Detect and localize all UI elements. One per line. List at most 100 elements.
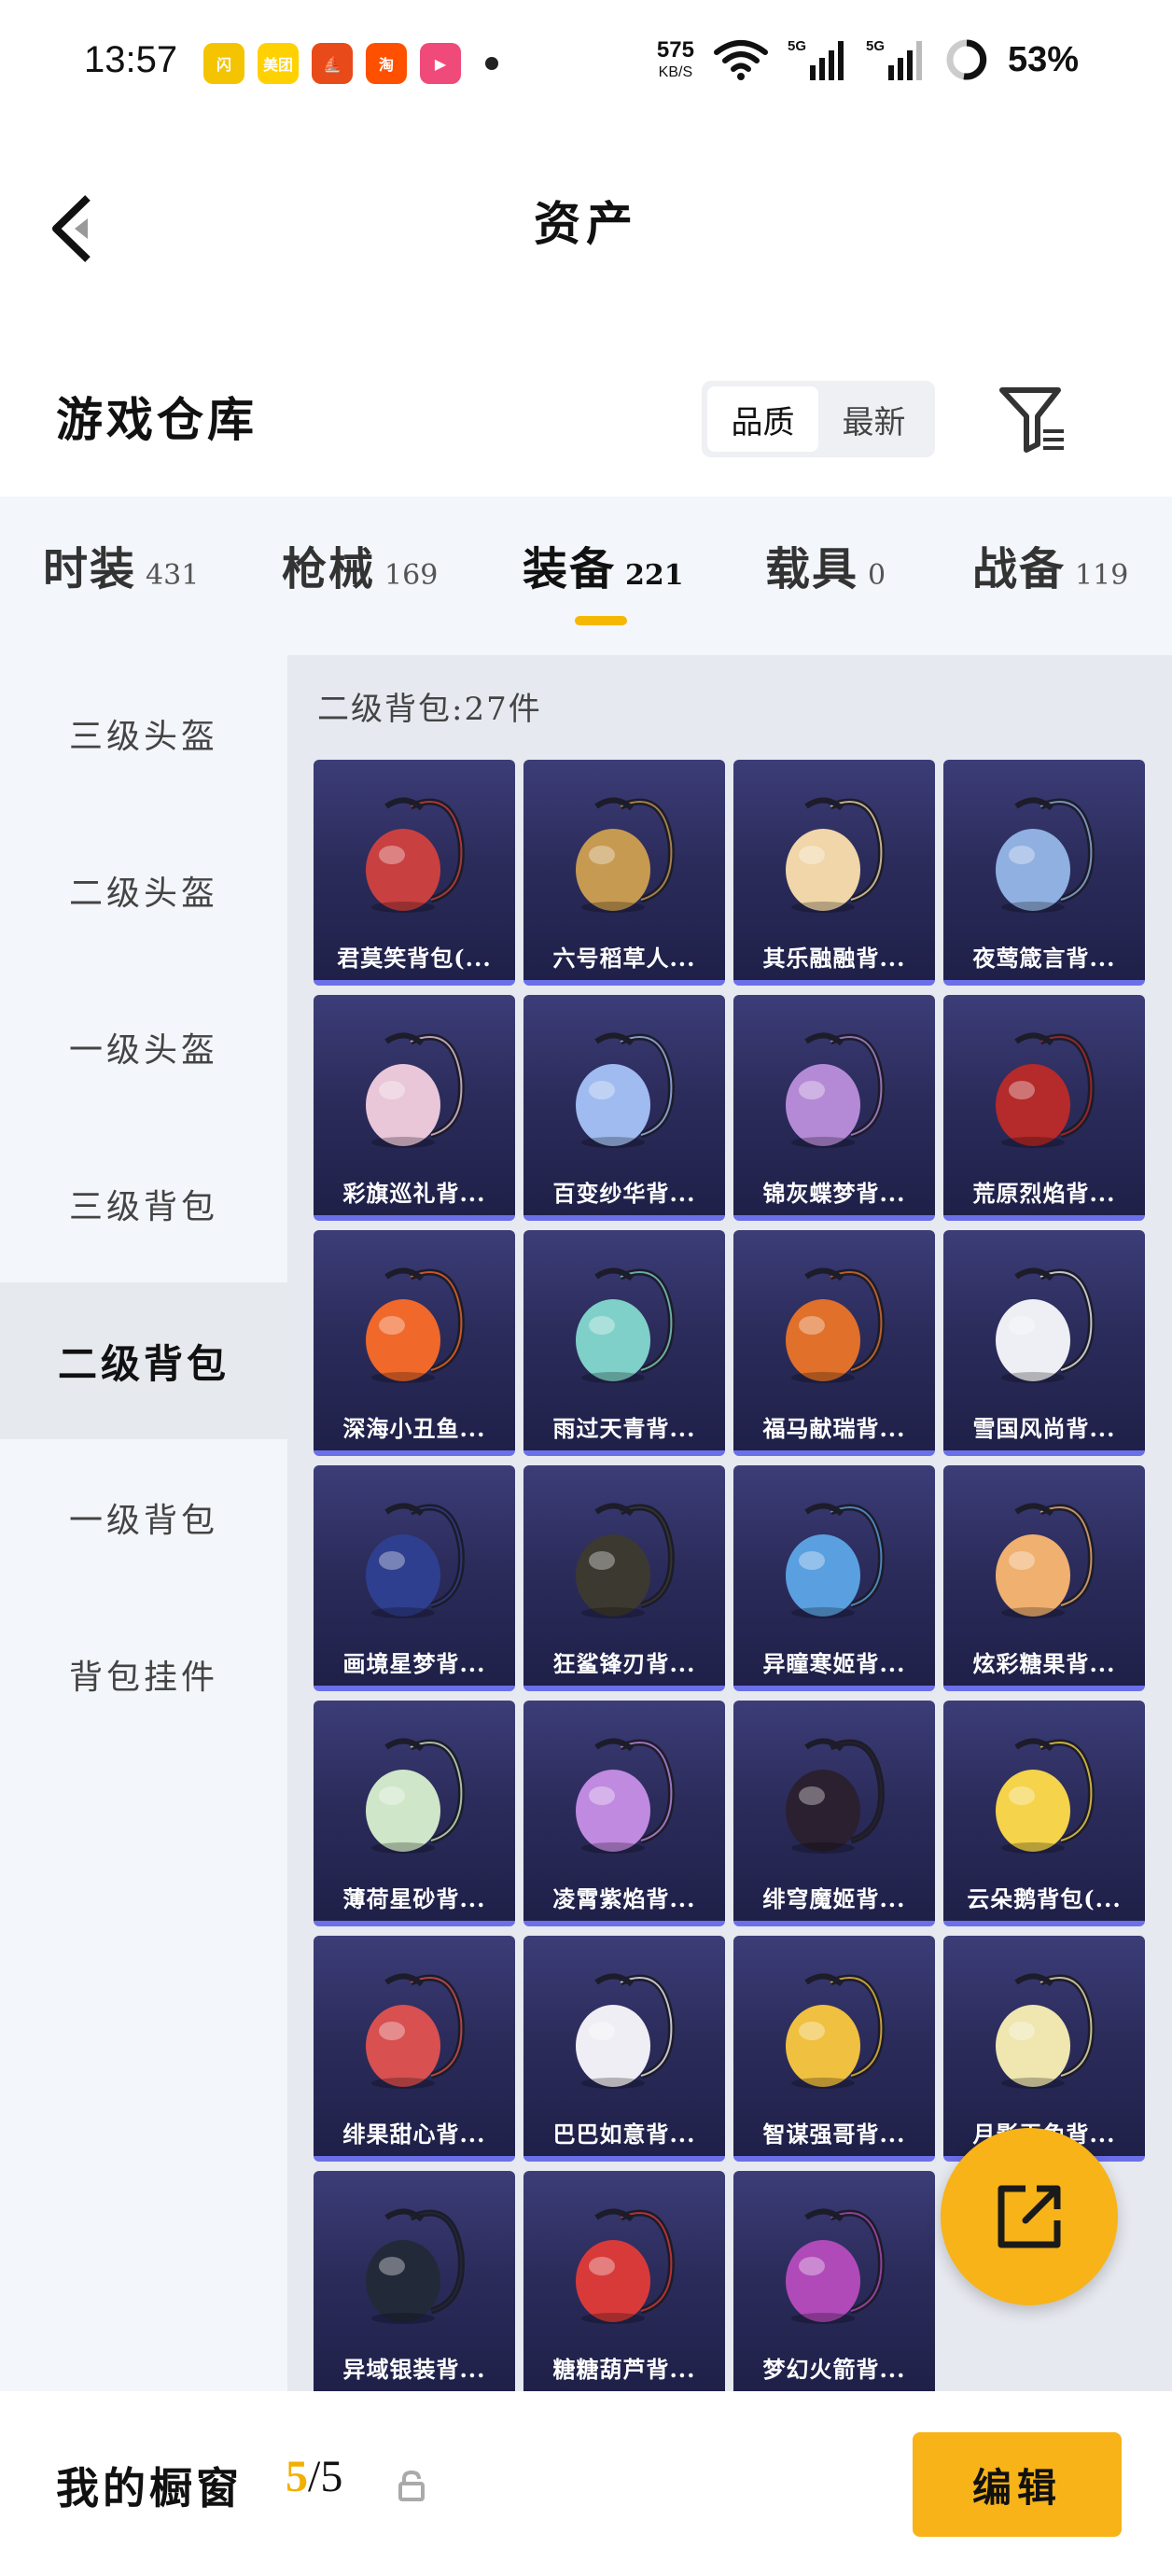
backpack-item-card[interactable]: 狂鲨锋刃背...: [523, 1465, 725, 1691]
item-name: 君莫笑背包(...: [337, 945, 492, 972]
subcategory-sidebar: 三级头盔 二级头盔 一级头盔 三级背包 二级背包 一级背包 背包挂件: [0, 655, 287, 2391]
backpack-icon: [786, 797, 885, 913]
item-name: 画境星梦背...: [342, 1650, 486, 1677]
item-name: 锦灰蝶梦背...: [762, 1180, 906, 1207]
item-name: 其乐融融背...: [762, 945, 906, 972]
showcase-count-current: 5: [286, 2452, 308, 2501]
video-app-icon: ▶: [420, 43, 461, 84]
backpack-item-card[interactable]: 梦幻火箭背...: [733, 2171, 935, 2391]
backpack-item-card[interactable]: 异域银装背...: [314, 2171, 515, 2391]
backpack-item-card[interactable]: 凌霄紫焰背...: [523, 1701, 725, 1926]
item-name: 夜莺箴言背...: [972, 945, 1116, 972]
backpack-item-card[interactable]: 荒原烈焰背...: [943, 995, 1145, 1221]
sidebar-item-level1-backpack[interactable]: 一级背包: [0, 1439, 287, 1596]
tab-fashion[interactable]: 时装 431: [43, 532, 199, 597]
bottom-bar: 我的橱窗 5/5 编辑: [0, 2391, 1172, 2576]
item-name: 雪国风尚背...: [972, 1415, 1116, 1442]
sidebar-item-level3-backpack[interactable]: 三级背包: [0, 1126, 287, 1282]
svg-text:5G: 5G: [866, 38, 885, 54]
sidebar-item-level2-helmet[interactable]: 二级头盔: [0, 812, 287, 969]
item-name: 荒原烈焰背...: [972, 1180, 1116, 1207]
svg-text:5G: 5G: [788, 38, 806, 54]
item-name: 绯果甜心背...: [342, 2121, 486, 2148]
item-name: 凌霄紫焰背...: [552, 1885, 696, 1912]
item-name: 深海小丑鱼...: [342, 1415, 486, 1442]
backpack-item-card[interactable]: 深海小丑鱼...: [314, 1230, 515, 1456]
backpack-icon: [366, 1267, 465, 1383]
tab-count: 0: [868, 559, 886, 592]
tab-equipment[interactable]: 装备 221: [523, 532, 684, 597]
item-name: 云朵鹅背包(...: [967, 1885, 1122, 1912]
backpack-item-card[interactable]: 君莫笑背包(...: [314, 760, 515, 986]
item-name: 六号稻草人...: [552, 945, 696, 972]
item-name: 糖糖葫芦背...: [552, 2356, 696, 2383]
backpack-item-card[interactable]: 巴巴如意背...: [523, 1936, 725, 2162]
backpack-icon: [996, 797, 1095, 913]
backpack-icon: [786, 2208, 885, 2324]
tab-count: 169: [384, 559, 439, 592]
tab-firearms[interactable]: 枪械 169: [282, 532, 438, 597]
sidebar-item-level3-helmet[interactable]: 三级头盔: [0, 655, 287, 812]
tab-combat-prep[interactable]: 战备 119: [972, 532, 1128, 597]
backpack-item-card[interactable]: 薄荷星砂背...: [314, 1701, 515, 1926]
item-name: 异瞳寒姬背...: [762, 1650, 906, 1677]
item-name: 雨过天青背...: [552, 1415, 696, 1442]
backpack-item-card[interactable]: 云朵鹅背包(...: [943, 1701, 1145, 1926]
backpack-item-card[interactable]: 夜莺箴言背...: [943, 760, 1145, 986]
backpack-item-card[interactable]: 其乐融融背...: [733, 760, 935, 986]
sort-newest-button[interactable]: 最新: [818, 386, 929, 452]
backpack-item-card[interactable]: 绯穹魔姬背...: [733, 1701, 935, 1926]
item-name: 彩旗巡礼背...: [342, 1180, 486, 1207]
backpack-icon: [786, 1267, 885, 1383]
net-speed-unit: KB/S: [658, 64, 693, 80]
wifi-icon: [713, 40, 768, 80]
edit-button[interactable]: 编辑: [913, 2432, 1122, 2537]
tab-label: 时装: [43, 543, 137, 595]
backpack-icon: [786, 1738, 885, 1854]
backpack-item-card[interactable]: 绯果甜心背...: [314, 1936, 515, 2162]
game-app-icon: ⛵: [312, 43, 353, 84]
backpack-item-card[interactable]: 雨过天青背...: [523, 1230, 725, 1456]
backpack-item-card[interactable]: 智谋强哥背...: [733, 1936, 935, 2162]
section-title: 二级背包:27件: [317, 691, 542, 728]
backpack-item-card[interactable]: 异瞳寒姬背...: [733, 1465, 935, 1691]
active-tab-indicator: [575, 616, 627, 625]
backpack-icon: [996, 1503, 1095, 1618]
tab-label: 战备: [972, 543, 1067, 595]
backpack-icon: [576, 1267, 675, 1383]
backpack-icon: [366, 1032, 465, 1148]
assets-page: 13:57 闪美团 ⛵ 淘 ▶ 575 KB/S 5G 5G 53% 资产 游戏…: [0, 0, 1172, 2576]
net-speed: 575 KB/S: [657, 39, 694, 80]
backpack-icon: [366, 1973, 465, 2089]
item-name: 炫彩糖果背...: [972, 1650, 1116, 1677]
backpack-item-card[interactable]: 炫彩糖果背...: [943, 1465, 1145, 1691]
filter-icon[interactable]: [997, 383, 1071, 457]
backpack-icon: [576, 797, 675, 913]
item-name: 异域银装背...: [342, 2356, 486, 2383]
tab-label: 载具: [765, 543, 859, 595]
battery-percent: 53%: [1007, 39, 1079, 79]
tab-vehicles[interactable]: 载具 0: [765, 532, 886, 597]
sidebar-item-level2-backpack[interactable]: 二级背包: [0, 1282, 287, 1439]
backpack-item-card[interactable]: 雪国风尚背...: [943, 1230, 1145, 1456]
sidebar-item-backpack-charm[interactable]: 背包挂件: [0, 1596, 287, 1753]
sort-quality-button[interactable]: 品质: [707, 386, 818, 452]
backpack-icon: [366, 797, 465, 913]
status-bar: 13:57 闪美团 ⛵ 淘 ▶ 575 KB/S 5G 5G 53%: [0, 0, 1172, 131]
backpack-item-card[interactable]: 糖糖葫芦背...: [523, 2171, 725, 2391]
item-name: 百变纱华背...: [552, 1180, 696, 1207]
backpack-item-card[interactable]: 月影玉兔背...: [943, 1936, 1145, 2162]
backpack-icon: [996, 1973, 1095, 2089]
backpack-item-card[interactable]: 六号稻草人...: [523, 760, 725, 986]
more-notifications-dot: [485, 57, 498, 70]
sidebar-item-level1-helmet[interactable]: 一级头盔: [0, 969, 287, 1126]
backpack-item-card[interactable]: 画境星梦背...: [314, 1465, 515, 1691]
backpack-item-card[interactable]: 福马献瑞背...: [733, 1230, 935, 1456]
backpack-item-card[interactable]: 彩旗巡礼背...: [314, 995, 515, 1221]
backpack-item-card[interactable]: 百变纱华背...: [523, 995, 725, 1221]
item-name: 狂鲨锋刃背...: [552, 1650, 696, 1677]
share-button[interactable]: [941, 2128, 1118, 2305]
backpack-item-card[interactable]: 锦灰蝶梦背...: [733, 995, 935, 1221]
backpack-icon: [576, 1973, 675, 2089]
my-showcase-label: 我的橱窗: [56, 2463, 243, 2513]
